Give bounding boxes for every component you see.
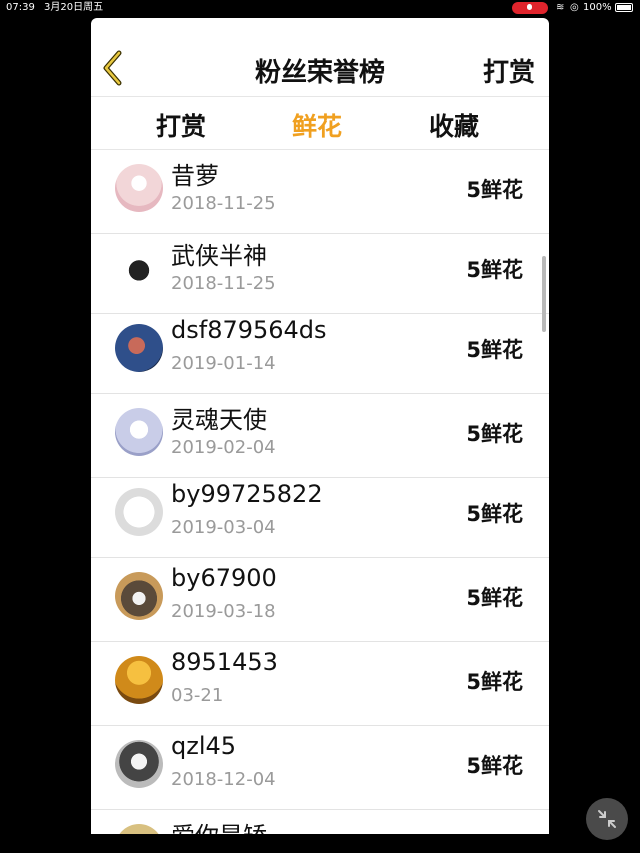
avatar xyxy=(115,656,163,704)
avatar xyxy=(115,164,163,212)
fans-list[interactable]: 昔萝 2018-11-25 5鲜花 武侠半神 2018-11-25 5鲜花 ds… xyxy=(91,150,549,834)
navigation-bar: 粉丝荣誉榜 打赏 xyxy=(91,18,549,97)
tab-favorites[interactable]: 收藏 xyxy=(429,107,479,143)
flower-amount: 5鲜花 xyxy=(466,754,523,778)
fan-name: 灵魂天使 xyxy=(171,406,267,434)
tab-reward[interactable]: 打赏 xyxy=(156,107,206,143)
avatar xyxy=(115,488,163,536)
reward-button[interactable]: 打赏 xyxy=(483,52,535,89)
list-item[interactable]: 昔萝 2018-11-25 5鲜花 xyxy=(91,150,549,234)
flower-amount: 5鲜花 xyxy=(466,178,523,202)
flower-amount: 5鲜花 xyxy=(466,586,523,610)
fan-date: 03-21 xyxy=(171,685,224,706)
flower-amount: 5鲜花 xyxy=(466,502,523,526)
tab-flowers[interactable]: 鲜花 xyxy=(292,107,342,143)
fan-name: 爱你是矫 xyxy=(171,816,267,834)
list-item[interactable]: qzl45 2018-12-04 5鲜花 xyxy=(91,726,549,810)
list-item[interactable]: by99725822 2019-03-04 5鲜花 xyxy=(91,474,549,558)
fan-date: 2019-01-14 xyxy=(171,353,276,374)
list-item[interactable]: by67900 2019-03-18 5鲜花 xyxy=(91,558,549,642)
scrollbar[interactable] xyxy=(542,256,546,332)
fan-date: 2018-12-04 xyxy=(171,769,276,790)
orientation-lock-icon: ◎ xyxy=(570,2,579,13)
list-item[interactable]: dsf879564ds 2019-01-14 5鲜花 xyxy=(91,310,549,394)
fan-name: 武侠半神 xyxy=(171,242,267,270)
minimize-button[interactable] xyxy=(586,798,628,840)
fan-date: 2018-11-25 xyxy=(171,273,276,294)
battery-percent: 100% xyxy=(583,2,612,13)
avatar xyxy=(115,324,163,372)
fan-name: qzl45 xyxy=(171,732,237,760)
list-item[interactable]: 爱你是矫 xyxy=(91,810,549,834)
fan-name: by67900 xyxy=(171,564,277,592)
page-title: 粉丝荣誉榜 xyxy=(254,58,385,88)
collapse-arrows-icon xyxy=(598,810,616,828)
avatar xyxy=(115,572,163,620)
status-date: 3月20日周五 xyxy=(44,2,104,13)
avatar xyxy=(115,740,163,788)
status-bar: 07:39 3月20日周五 ≋ ◎ 100% xyxy=(0,0,640,16)
fan-name: 昔萝 xyxy=(171,162,219,190)
avatar xyxy=(115,244,163,292)
wifi-icon: ≋ xyxy=(556,2,565,13)
avatar xyxy=(115,408,163,456)
fan-name: dsf879564ds xyxy=(171,316,327,344)
flower-amount: 5鲜花 xyxy=(466,422,523,446)
fans-honor-panel: 粉丝荣誉榜 打赏 打赏 鲜花 收藏 昔萝 2018-11-25 5鲜花 武侠半神… xyxy=(91,18,549,834)
list-item[interactable]: 灵魂天使 2019-02-04 5鲜花 xyxy=(91,394,549,478)
fan-date: 2019-03-18 xyxy=(171,601,276,622)
fan-date: 2019-02-04 xyxy=(171,437,276,458)
microphone-recording-icon xyxy=(512,2,548,14)
list-item[interactable]: 武侠半神 2018-11-25 5鲜花 xyxy=(91,230,549,314)
flower-amount: 5鲜花 xyxy=(466,670,523,694)
fan-name: by99725822 xyxy=(171,480,323,508)
fan-name: 8951453 xyxy=(171,648,278,676)
list-item[interactable]: 8951453 03-21 5鲜花 xyxy=(91,642,549,726)
tab-bar: 打赏 鲜花 收藏 xyxy=(91,97,549,150)
flower-amount: 5鲜花 xyxy=(466,258,523,282)
status-time: 07:39 xyxy=(6,2,35,13)
fan-date: 2018-11-25 xyxy=(171,193,276,214)
battery-icon xyxy=(615,3,633,12)
flower-amount: 5鲜花 xyxy=(466,338,523,362)
fan-date: 2019-03-04 xyxy=(171,517,276,538)
avatar xyxy=(115,824,163,834)
